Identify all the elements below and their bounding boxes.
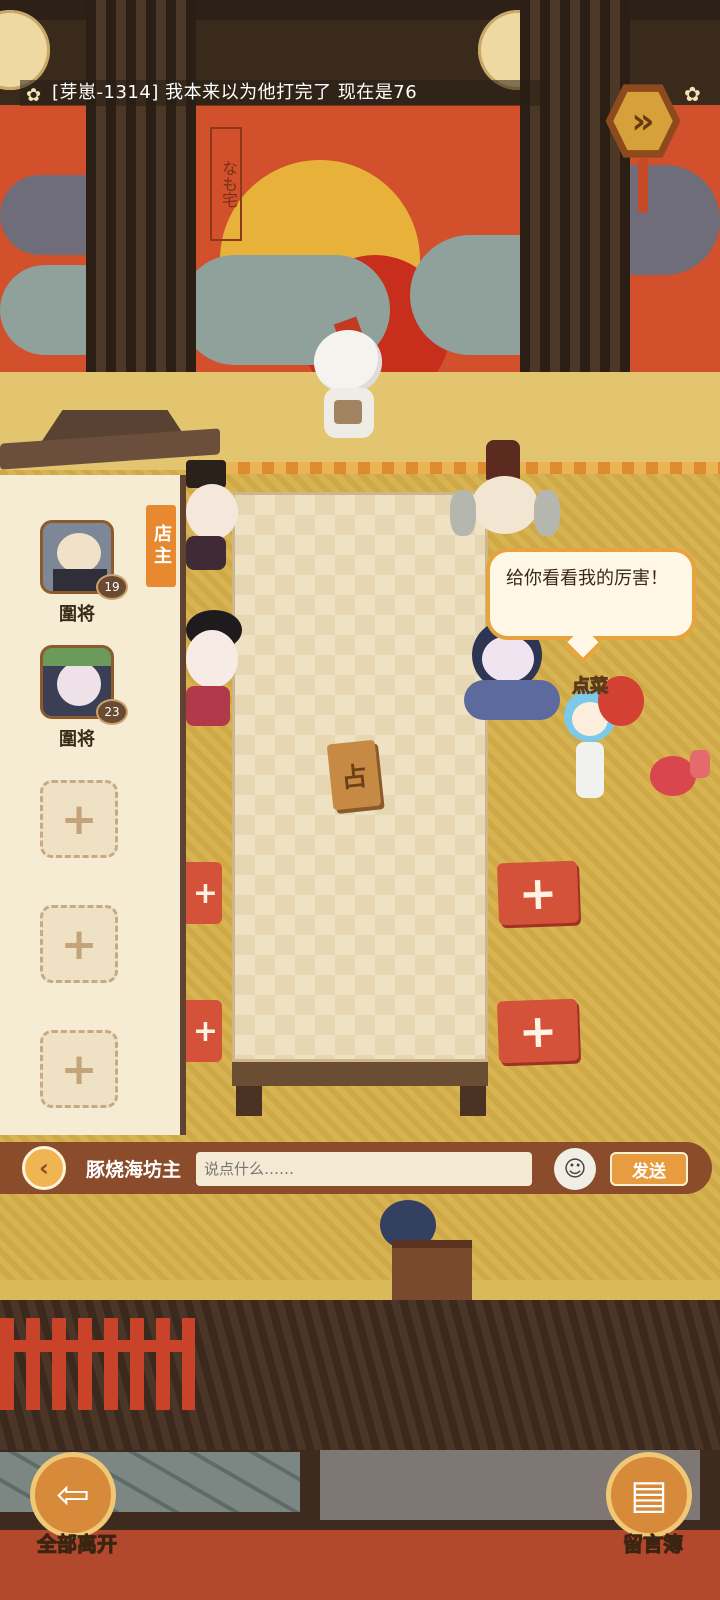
order-label[interactable]: 点菜 <box>572 672 609 698</box>
plus-icon: + <box>60 793 98 845</box>
flower-icon: ✿ <box>26 85 42 106</box>
pillar-left <box>86 0 196 380</box>
add-seat-button-left[interactable]: + <box>186 862 222 924</box>
plus-icon: + <box>60 1043 98 1095</box>
smiley-icon: ☺ <box>563 1156 587 1182</box>
door-exit-icon: ⇦ <box>56 1472 90 1518</box>
plus-icon: + <box>60 918 98 970</box>
add-staff-slot[interactable]: + <box>40 780 118 858</box>
red-fence <box>0 1318 195 1410</box>
chat-input[interactable] <box>196 1152 532 1186</box>
add-seat-button[interactable]: + <box>496 998 580 1064</box>
character-white-sprite[interactable] <box>310 316 386 440</box>
shop-name: 豚烧海坊主 <box>86 1159 182 1181</box>
table-sign-icon: 占 <box>326 739 382 811</box>
back-wall: なも宅 <box>0 0 720 380</box>
guestbook-label[interactable]: 留言簿 <box>598 1528 708 1557</box>
speech-bubble-text: 给你看看我的厉害！ <box>506 568 668 589</box>
staff-level-badge: 23 <box>96 699 128 725</box>
emoji-button[interactable]: ☺ <box>554 1148 596 1190</box>
staff-role-label: 圍将 <box>59 729 95 750</box>
shop-owner-tag: 店主 <box>146 505 176 587</box>
add-seat-button[interactable]: + <box>496 860 580 926</box>
leave-all-label[interactable]: 全部离开 <box>22 1528 132 1557</box>
add-staff-slot[interactable]: + <box>40 1030 118 1108</box>
staff-role-label: 圍将 <box>59 604 95 625</box>
goldfish-sprite[interactable] <box>650 750 710 800</box>
add-seat-button-left[interactable]: + <box>186 1000 222 1062</box>
lantern-left <box>0 10 50 90</box>
staff-slot[interactable]: 23 圍将 <box>40 645 128 751</box>
ticker-message: [芽崽-1314] 我本来以为他打完了 现在是76 <box>52 82 418 103</box>
staff-level-badge: 19 <box>96 574 128 600</box>
send-button[interactable]: 发送 <box>610 1152 688 1186</box>
panel-roof <box>0 410 220 480</box>
table-leg <box>460 1086 486 1116</box>
mural-vertical-text: なも宅 <box>210 127 242 241</box>
flower-icon: ✿ <box>684 82 701 106</box>
chat-ticker: ✿ [芽崽-1314] 我本来以为他打完了 现在是76 <box>20 80 540 106</box>
chevron-right-icon: » <box>613 91 673 151</box>
table-edge <box>232 1062 488 1086</box>
table-leg <box>236 1086 262 1116</box>
pillar-right <box>520 0 630 380</box>
chevron-left-icon: ‹ <box>39 1154 49 1182</box>
leave-all-button[interactable]: ⇦ <box>30 1452 116 1538</box>
speech-bubble: 给你看看我的厉害！ <box>486 548 696 640</box>
back-button[interactable]: ‹ <box>22 1146 66 1190</box>
counter-box <box>392 1240 472 1300</box>
forward-button[interactable]: » <box>604 82 682 160</box>
tassel-decoration <box>638 158 648 213</box>
guestbook-button[interactable]: ▤ <box>606 1452 692 1538</box>
fence-rail <box>0 1340 195 1352</box>
customer-sprite[interactable] <box>186 610 246 730</box>
staff-slot[interactable]: 19 圍将 <box>40 520 128 626</box>
book-icon: ▤ <box>630 1472 668 1518</box>
add-staff-slot[interactable]: + <box>40 905 118 983</box>
customer-sprite[interactable] <box>450 440 560 540</box>
